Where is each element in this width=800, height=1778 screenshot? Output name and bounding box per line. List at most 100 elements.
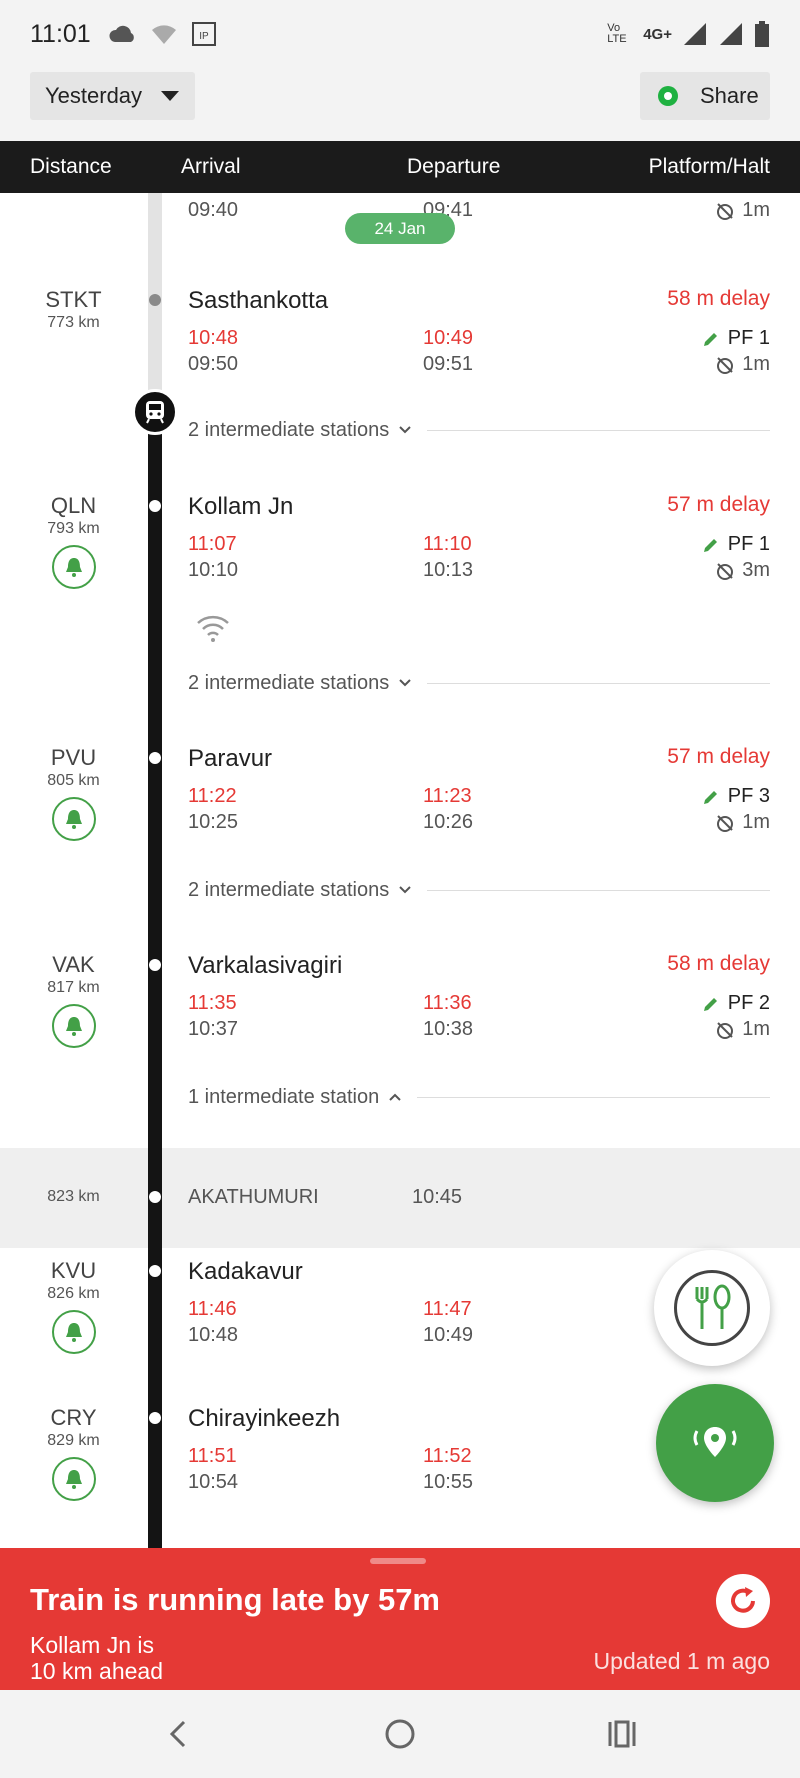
banner-distance: 10 km ahead	[30, 1658, 163, 1684]
halt: 3m	[716, 559, 770, 582]
col-arrival: Arrival	[181, 155, 241, 178]
day-dropdown[interactable]: Yesterday	[30, 72, 195, 120]
banner-next-station: Kollam Jn is	[30, 1632, 154, 1658]
station-code: CRY	[50, 1405, 97, 1430]
alert-bell-button[interactable]	[52, 545, 96, 589]
dep-sched: 10:55	[423, 1471, 474, 1493]
status-right-icons: Vo LTE 4G+	[607, 21, 770, 47]
system-nav-bar	[0, 1690, 800, 1778]
chevron-down-icon	[399, 426, 411, 434]
arr-sched: 09:40	[188, 199, 239, 221]
station-km: 793 km	[47, 520, 100, 537]
divider	[427, 889, 770, 891]
back-icon[interactable]	[160, 1716, 196, 1752]
arr-sched: 09:50	[188, 353, 239, 375]
food-order-button[interactable]	[654, 1250, 770, 1366]
recents-icon[interactable]	[604, 1716, 640, 1752]
bell-icon	[66, 1323, 82, 1342]
station-km: 829 km	[47, 1432, 100, 1449]
station-dot	[149, 500, 161, 512]
svg-text:IP: IP	[199, 31, 209, 42]
platform: PF 2	[702, 992, 770, 1015]
station-name: Kadakavur	[188, 1258, 303, 1285]
intermediate-label: 2 intermediate stations	[188, 418, 390, 441]
intermediate-km: 823 km	[47, 1188, 100, 1205]
station-code: VAK	[52, 952, 95, 977]
alert-bell-button[interactable]	[52, 1457, 96, 1501]
dep-actual: 10:49	[423, 327, 474, 349]
dep-sched: 10:26	[423, 811, 474, 833]
station-name: Paravur	[188, 745, 273, 772]
halt: 1m	[716, 1018, 770, 1041]
platform-value: PF 1	[727, 327, 770, 349]
chevron-up-icon	[389, 1093, 401, 1101]
dep-sched: 09:51	[423, 353, 474, 375]
station-dot	[149, 959, 161, 971]
halt-value: 1m	[742, 811, 770, 833]
arr-sched: 10:10	[188, 559, 239, 581]
home-icon[interactable]	[382, 1716, 418, 1752]
bell-icon	[66, 1017, 82, 1036]
banner-updated: Updated 1 m ago	[593, 1648, 770, 1674]
dep-actual: 11:52	[423, 1445, 472, 1467]
top-bar: Yesterday Share	[0, 68, 800, 141]
station-dot	[149, 1191, 161, 1203]
signal-icon	[684, 23, 706, 45]
intermediate-toggle[interactable]: 2 intermediate stations	[188, 668, 770, 698]
station-name: Sasthankotta	[188, 287, 329, 314]
pencil-icon	[703, 790, 717, 804]
chevron-down-icon	[399, 886, 411, 894]
station-km: 773 km	[47, 314, 100, 331]
station-code: STKT	[45, 287, 102, 312]
station-name: Kollam Jn	[188, 493, 294, 520]
col-departure: Departure	[407, 155, 501, 178]
alert-bell-button[interactable]	[52, 1310, 96, 1354]
platform-value: PF 2	[727, 992, 770, 1014]
platform-value: PF 1	[727, 533, 770, 555]
intermediate-toggle[interactable]: 2 intermediate stations	[188, 415, 770, 445]
alert-bell-button[interactable]	[52, 1004, 96, 1048]
dep-sched: 10:49	[423, 1324, 474, 1346]
platform: PF 1	[702, 533, 770, 556]
status-left-icons: IP	[109, 21, 217, 47]
intermediate-stop-row: 823 km AKATHUMURI 10:45	[0, 1148, 800, 1248]
signal-icon-2	[720, 23, 742, 45]
refresh-button[interactable]	[716, 1574, 770, 1628]
date-pill: 24 Jan	[345, 213, 455, 244]
dep-actual: 11:47	[423, 1298, 472, 1320]
dep-actual: 11:23	[423, 785, 472, 807]
alert-bell-button[interactable]	[52, 797, 96, 841]
status-banner[interactable]: Train is running late by 57m Kollam Jn i…	[0, 1548, 800, 1690]
col-platform-halt: Platform/Halt	[648, 155, 770, 178]
dep-actual: 11:36	[423, 992, 472, 1014]
intermediate-toggle[interactable]: 1 intermediate station	[188, 1082, 770, 1112]
timer-off-icon	[717, 562, 734, 580]
station-name: Chirayinkeezh	[188, 1405, 341, 1432]
arr-actual: 11:51	[188, 1445, 237, 1467]
platform: PF 3	[702, 785, 770, 808]
live-location-button[interactable]	[656, 1384, 774, 1502]
arr-actual: 11:22	[188, 785, 237, 807]
station-km: 826 km	[47, 1285, 100, 1302]
station-code: QLN	[50, 493, 97, 518]
bell-icon	[66, 1470, 82, 1489]
intermediate-toggle[interactable]: 2 intermediate stations	[188, 875, 770, 905]
delay-label: 57 m delay	[667, 493, 770, 516]
station-km: 805 km	[47, 772, 100, 789]
share-button[interactable]: Share	[640, 72, 770, 120]
bell-icon	[66, 810, 82, 829]
refresh-icon	[731, 1587, 755, 1613]
halt-value: 1m	[742, 353, 770, 375]
wifi-question-icon	[151, 25, 176, 44]
pencil-icon	[703, 332, 717, 346]
delay-label: 58 m delay	[667, 287, 770, 310]
timer-off-icon	[717, 814, 734, 832]
timer-off-icon	[717, 1021, 734, 1039]
status-bar: 11:01 IP Vo LTE 4G+	[0, 0, 800, 68]
drag-handle[interactable]	[370, 1558, 426, 1564]
halt: 1m	[716, 199, 770, 222]
halt: 1m	[716, 811, 770, 834]
station-name: Varkalasivagiri	[188, 952, 343, 979]
intermediate-label: 2 intermediate stations	[188, 671, 390, 694]
timer-off-icon	[717, 202, 734, 220]
